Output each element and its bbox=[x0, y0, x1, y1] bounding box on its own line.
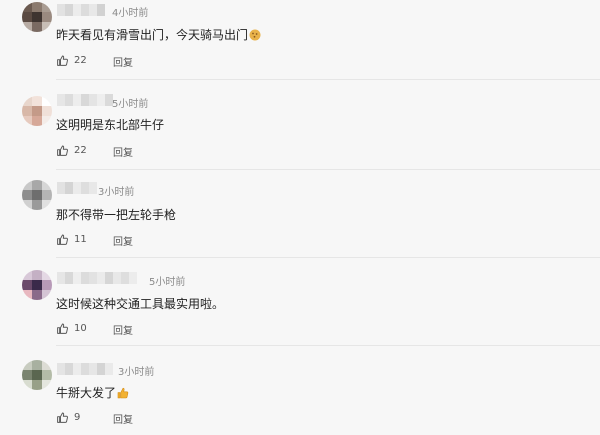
comment-item: 4小时前 昨天看见有滑雪出门，今天骑马出门 22 回复 bbox=[0, 0, 600, 80]
like-count: 22 bbox=[74, 54, 87, 66]
comment-text: 这时候这种交通工具最实用啦。 bbox=[56, 295, 224, 312]
comment-item: 3小时前 牛掰大发了 9 回复 bbox=[0, 346, 600, 435]
comment-actions: 11 bbox=[56, 231, 87, 247]
like-button[interactable]: 11 bbox=[56, 233, 87, 246]
comment-actions: 22 bbox=[56, 52, 87, 68]
thumbs-up-icon bbox=[57, 412, 68, 423]
comment-text-content: 这时候这种交通工具最实用啦。 bbox=[56, 297, 225, 311]
like-button[interactable]: 22 bbox=[56, 54, 87, 67]
username-blurred[interactable] bbox=[57, 94, 113, 106]
comment-text: 昨天看见有滑雪出门，今天骑马出门 bbox=[56, 26, 261, 43]
avatar[interactable] bbox=[22, 96, 52, 126]
comment-item: 5小时前 这时候这种交通工具最实用啦。 10 回复 bbox=[0, 258, 600, 346]
comment-text-content: 牛掰大发了 bbox=[56, 386, 117, 400]
comment-text: 那不得带一把左轮手枪 bbox=[56, 206, 176, 223]
username-blurred[interactable] bbox=[57, 363, 113, 375]
thumbs-up-icon bbox=[57, 55, 68, 66]
reply-button[interactable]: 回复 bbox=[113, 322, 133, 337]
comment-text-content: 那不得带一把左轮手枪 bbox=[56, 208, 177, 222]
comment-time: 3小时前 bbox=[98, 187, 135, 198]
comment-text: 牛掰大发了 bbox=[56, 384, 129, 401]
reply-button[interactable]: 回复 bbox=[113, 233, 133, 248]
username-blurred[interactable] bbox=[57, 4, 105, 16]
reply-button[interactable]: 回复 bbox=[113, 411, 133, 426]
username-blurred[interactable] bbox=[57, 272, 137, 284]
like-count: 22 bbox=[74, 144, 87, 156]
comment-text: 这明明是东北部牛仔 bbox=[56, 116, 164, 133]
thumbs-up-icon bbox=[57, 323, 68, 334]
username-blurred[interactable] bbox=[57, 182, 97, 194]
like-count: 11 bbox=[74, 233, 87, 245]
avatar[interactable] bbox=[22, 180, 52, 210]
comment-actions: 10 bbox=[56, 320, 87, 336]
thumbs-up-icon bbox=[57, 145, 68, 156]
comment-time: 5小时前 bbox=[112, 99, 149, 110]
reply-button[interactable]: 回复 bbox=[113, 144, 133, 159]
like-count: 10 bbox=[74, 322, 87, 334]
comment-item: 3小时前 那不得带一把左轮手枪 11 回复 bbox=[0, 170, 600, 258]
avatar[interactable] bbox=[22, 270, 52, 300]
comment-time: 3小时前 bbox=[118, 367, 155, 378]
thumbs-up-icon bbox=[57, 234, 68, 245]
avatar[interactable] bbox=[22, 360, 52, 390]
comment-item: 5小时前 这明明是东北部牛仔 22 回复 bbox=[0, 80, 600, 170]
comment-actions: 9 bbox=[56, 409, 80, 425]
thumbs-up-emoji-icon bbox=[117, 387, 129, 398]
comment-list: 4小时前 昨天看见有滑雪出门，今天骑马出门 22 回复 5小时前 这明明是东北部… bbox=[0, 0, 600, 435]
cookie-emoji-icon bbox=[249, 29, 261, 40]
reply-button[interactable]: 回复 bbox=[113, 54, 133, 69]
like-button[interactable]: 9 bbox=[56, 411, 80, 424]
like-button[interactable]: 22 bbox=[56, 144, 87, 157]
comment-time: 4小时前 bbox=[112, 8, 149, 19]
comment-actions: 22 bbox=[56, 142, 87, 158]
avatar[interactable] bbox=[22, 2, 52, 32]
like-button[interactable]: 10 bbox=[56, 322, 87, 335]
comment-time: 5小时前 bbox=[149, 277, 186, 288]
comment-text-content: 昨天看见有滑雪出门，今天骑马出门 bbox=[56, 28, 249, 42]
like-count: 9 bbox=[74, 411, 81, 423]
comment-text-content: 这明明是东北部牛仔 bbox=[56, 118, 165, 132]
